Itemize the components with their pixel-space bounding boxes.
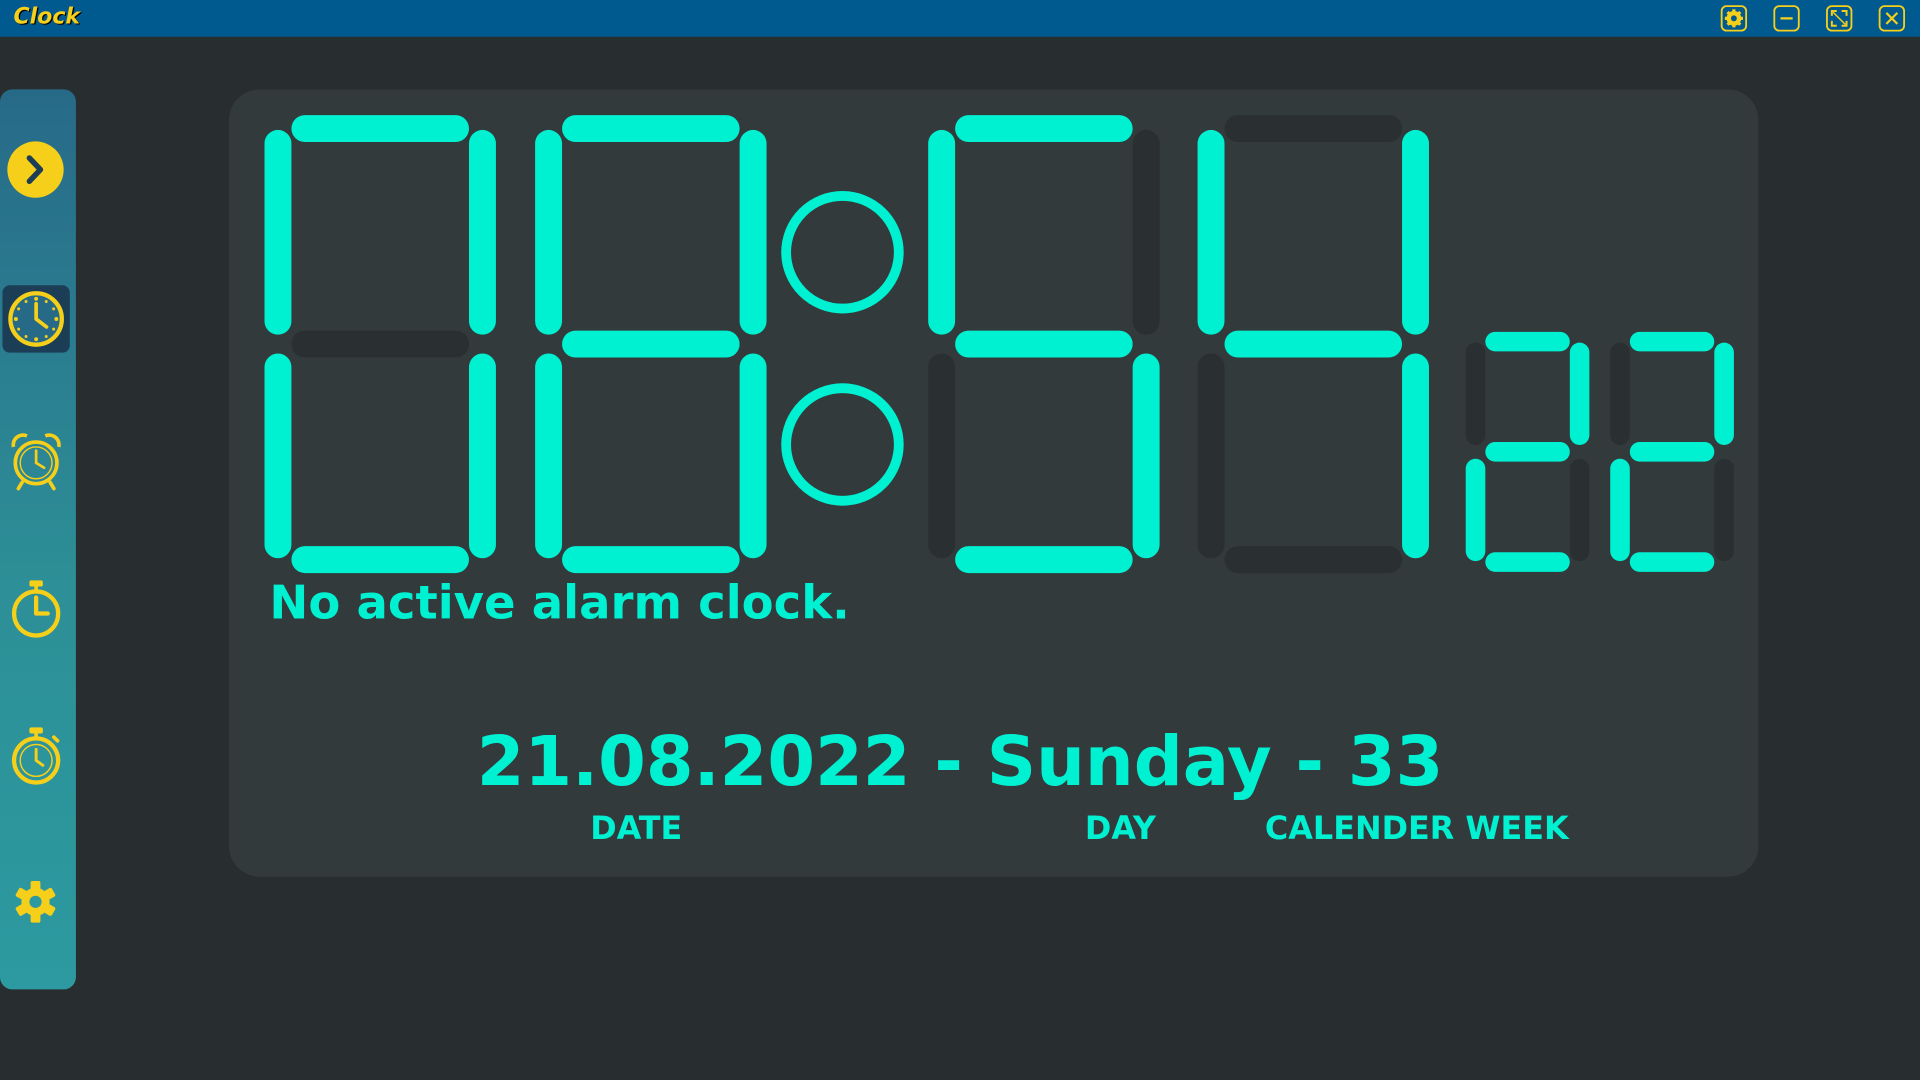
week-value: 33: [1347, 722, 1444, 803]
segment-e: [1465, 458, 1486, 562]
app-window: Clock No active alarm clock. 21.08.2022 …: [0, 0, 1920, 1080]
segment-b: [739, 129, 767, 335]
segment-b: [1569, 342, 1590, 445]
segment-a: [1224, 115, 1403, 143]
segment-a: [1485, 331, 1570, 352]
alarm-status: No active alarm clock.: [269, 575, 850, 630]
segment-g: [291, 330, 469, 358]
segment-c: [1714, 458, 1734, 562]
segment-d: [562, 546, 740, 574]
segment-e: [1610, 458, 1630, 562]
segment-f: [1197, 129, 1225, 335]
segment-e: [928, 353, 956, 559]
segment-b: [1132, 129, 1160, 335]
colon-dot-bottom: [781, 383, 904, 506]
date-caption: DATE: [590, 810, 683, 848]
segment-g: [955, 330, 1133, 358]
segment-f: [1465, 342, 1486, 445]
second-ones-digit: [1610, 331, 1734, 572]
segment-g: [1485, 442, 1570, 462]
segment-c: [1402, 353, 1429, 559]
week-caption: CALENDER WEEK: [1264, 810, 1569, 848]
segment-a: [1629, 331, 1715, 352]
segment-d: [1485, 552, 1570, 572]
segment-d: [1629, 552, 1715, 572]
segment-d: [1224, 546, 1403, 574]
segment-e: [535, 353, 563, 559]
segment-f: [264, 129, 292, 335]
segment-d: [291, 546, 469, 574]
segment-a: [291, 115, 469, 143]
segment-b: [468, 129, 496, 335]
segment-c: [468, 353, 496, 559]
segment-e: [1197, 353, 1225, 559]
minute-ones-digit: [1197, 115, 1429, 574]
segment-e: [264, 353, 292, 559]
minute-tens-digit: [928, 115, 1160, 574]
date-value: 21.08.2022: [476, 722, 911, 803]
segment-d: [955, 546, 1133, 574]
day-value: Sunday: [986, 722, 1272, 803]
segment-a: [955, 115, 1133, 143]
segment-b: [1402, 129, 1429, 335]
segment-g: [1224, 330, 1403, 358]
colon-dot-top: [781, 191, 904, 314]
segment-c: [1132, 353, 1160, 559]
segment-g: [562, 330, 740, 358]
hour-tens-digit: [264, 115, 496, 574]
separator-2: -: [1271, 722, 1348, 803]
hour-ones-digit: [535, 115, 767, 574]
segment-c: [739, 353, 767, 559]
segment-b: [1714, 342, 1734, 445]
segment-a: [562, 115, 740, 143]
separator-1: -: [910, 722, 987, 803]
segment-c: [1569, 458, 1590, 562]
colon-separator: [781, 191, 904, 506]
segment-f: [535, 129, 563, 335]
digital-clock-display: [264, 115, 1734, 574]
segment-f: [928, 129, 956, 335]
segment-f: [1610, 342, 1630, 445]
segment-g: [1629, 442, 1715, 462]
day-caption: DAY: [1084, 810, 1156, 848]
second-tens-digit: [1465, 331, 1590, 572]
date-line: 21.08.2022 - Sunday - 33: [0, 722, 1920, 802]
